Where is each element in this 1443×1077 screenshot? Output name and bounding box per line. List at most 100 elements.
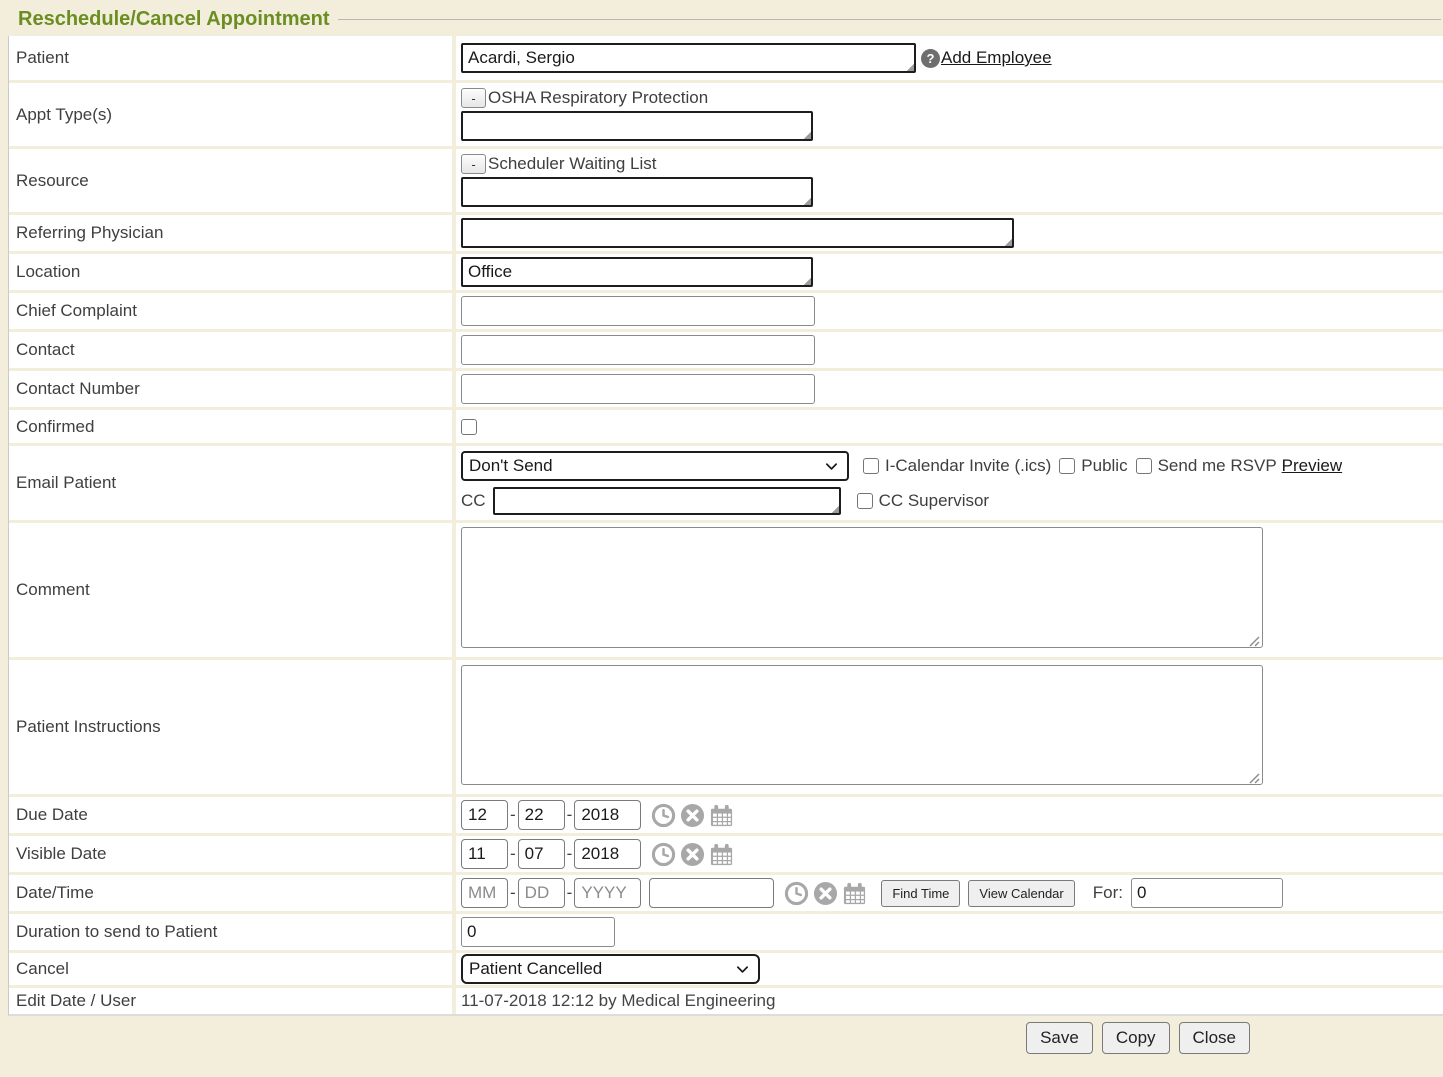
patient-label: Patient <box>9 36 452 80</box>
contact-number-label: Contact Number <box>9 371 452 407</box>
comment-textarea[interactable] <box>461 527 1263 648</box>
row-date-time: Date/Time - - <box>9 875 1443 911</box>
duration-input[interactable] <box>461 917 615 947</box>
clear-icon[interactable] <box>680 842 705 867</box>
visible-date-year-input[interactable] <box>574 839 641 869</box>
date-time-month-input[interactable] <box>461 878 508 908</box>
email-send-select[interactable]: Don't Send <box>461 451 849 481</box>
row-duration: Duration to send to Patient <box>9 914 1443 950</box>
appt-type-selected: OSHA Respiratory Protection <box>488 88 708 108</box>
patient-instructions-textarea[interactable] <box>461 665 1263 785</box>
row-confirmed: Confirmed <box>9 410 1443 443</box>
location-label: Location <box>9 254 452 290</box>
clear-icon[interactable] <box>813 881 838 906</box>
due-date-month-input[interactable] <box>461 800 508 830</box>
row-appt-types: Appt Type(s) - OSHA Respiratory Protecti… <box>9 83 1443 146</box>
comment-label: Comment <box>9 523 452 657</box>
send-me-rsvp-checkbox[interactable] <box>1136 458 1152 474</box>
date-time-time-input[interactable] <box>649 878 774 908</box>
row-contact: Contact <box>9 332 1443 368</box>
page-title: Reschedule/Cancel Appointment <box>8 8 330 31</box>
row-patient-instructions: Patient Instructions <box>9 660 1443 794</box>
contact-label: Contact <box>9 332 452 368</box>
due-date-year-input[interactable] <box>574 800 641 830</box>
edit-info-value: 11-07-2018 12:12 by Medical Engineering <box>461 991 775 1011</box>
cc-supervisor-label: CC Supervisor <box>879 491 990 511</box>
resource-label: Resource <box>9 149 452 212</box>
location-input[interactable] <box>461 257 813 287</box>
add-employee-link[interactable]: Add Employee <box>941 48 1052 68</box>
calendar-icon[interactable] <box>842 881 867 906</box>
date-separator: - <box>510 844 516 864</box>
due-date-label: Due Date <box>9 797 452 833</box>
remove-resource-button[interactable]: - <box>461 154 486 174</box>
row-location: Location <box>9 254 1443 290</box>
calendar-icon[interactable] <box>709 842 734 867</box>
row-visible-date: Visible Date - - <box>9 836 1443 872</box>
chief-complaint-label: Chief Complaint <box>9 293 452 329</box>
remove-appt-type-button[interactable]: - <box>461 88 486 108</box>
patient-input[interactable] <box>461 43 916 73</box>
email-patient-label: Email Patient <box>9 446 452 520</box>
save-button[interactable]: Save <box>1026 1022 1093 1054</box>
confirmed-label: Confirmed <box>9 410 452 443</box>
cc-supervisor-checkbox[interactable] <box>857 493 873 509</box>
row-cancel: Cancel Patient Cancelled <box>9 953 1443 985</box>
duration-label: Duration to send to Patient <box>9 914 452 950</box>
row-comment: Comment <box>9 523 1443 657</box>
clock-icon[interactable] <box>651 842 676 867</box>
date-separator: - <box>567 844 573 864</box>
icalendar-invite-label: I-Calendar Invite (.ics) <box>885 456 1051 476</box>
date-time-year-input[interactable] <box>574 878 641 908</box>
public-label: Public <box>1081 456 1127 476</box>
chevron-down-icon <box>735 962 750 977</box>
contact-number-input[interactable] <box>461 374 815 404</box>
resource-search-input[interactable] <box>461 177 813 207</box>
cancel-label: Cancel <box>9 953 452 985</box>
visible-date-month-input[interactable] <box>461 839 508 869</box>
reschedule-cancel-form: Reschedule/Cancel Appointment Patient ? … <box>0 0 1443 1077</box>
appt-types-label: Appt Type(s) <box>9 83 452 146</box>
referring-physician-input[interactable] <box>461 218 1014 248</box>
clock-icon[interactable] <box>784 881 809 906</box>
row-resource: Resource - Scheduler Waiting List <box>9 149 1443 212</box>
copy-button[interactable]: Copy <box>1102 1022 1170 1054</box>
legend-divider <box>338 19 1441 20</box>
cc-input[interactable] <box>493 487 841 515</box>
clear-icon[interactable] <box>680 803 705 828</box>
calendar-icon[interactable] <box>709 803 734 828</box>
appt-type-search-input[interactable] <box>461 111 813 141</box>
cc-label: CC <box>461 491 486 511</box>
preview-link[interactable]: Preview <box>1282 456 1342 476</box>
row-patient: Patient ? Add Employee <box>9 36 1443 80</box>
email-send-selected-value: Don't Send <box>469 456 553 476</box>
date-separator: - <box>567 883 573 903</box>
for-input[interactable] <box>1131 878 1283 908</box>
date-time-label: Date/Time <box>9 875 452 911</box>
visible-date-label: Visible Date <box>9 836 452 872</box>
row-referring-physician: Referring Physician <box>9 215 1443 251</box>
find-time-button[interactable]: Find Time <box>881 880 960 907</box>
public-checkbox[interactable] <box>1059 458 1075 474</box>
clock-icon[interactable] <box>651 803 676 828</box>
date-separator: - <box>510 805 516 825</box>
icalendar-invite-checkbox[interactable] <box>863 458 879 474</box>
form-legend: Reschedule/Cancel Appointment <box>8 6 1443 32</box>
date-time-day-input[interactable] <box>518 878 565 908</box>
confirmed-checkbox[interactable] <box>461 419 477 435</box>
row-email-patient: Email Patient Don't Send I-Calendar Invi… <box>9 446 1443 520</box>
contact-input[interactable] <box>461 335 815 365</box>
for-label: For: <box>1093 883 1123 903</box>
cancel-select[interactable]: Patient Cancelled <box>461 954 760 984</box>
due-date-day-input[interactable] <box>518 800 565 830</box>
row-due-date: Due Date - - <box>9 797 1443 833</box>
row-chief-complaint: Chief Complaint <box>9 293 1443 329</box>
chevron-down-icon <box>824 459 839 474</box>
row-edit-info: Edit Date / User 11-07-2018 12:12 by Med… <box>9 988 1443 1014</box>
help-icon[interactable]: ? <box>921 49 940 68</box>
chief-complaint-input[interactable] <box>461 296 815 326</box>
visible-date-day-input[interactable] <box>518 839 565 869</box>
view-calendar-button[interactable]: View Calendar <box>968 880 1074 907</box>
close-button[interactable]: Close <box>1179 1022 1250 1054</box>
row-contact-number: Contact Number <box>9 371 1443 407</box>
